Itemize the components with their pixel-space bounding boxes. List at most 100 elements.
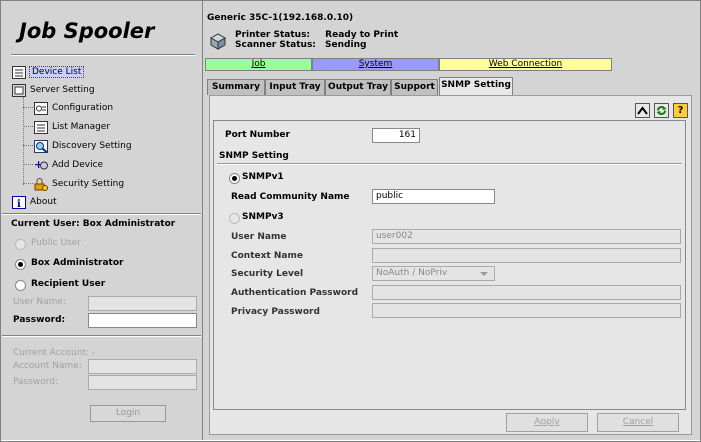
account-name-label: Account Name: [13, 361, 82, 371]
tree-item-security-setting[interactable]: Security Setting [34, 176, 124, 192]
chevron-down-icon [480, 272, 488, 276]
current-account-label: Current Account: - [13, 348, 96, 358]
tree-branch [23, 145, 33, 146]
printer-status-label: Printer Status: [235, 30, 311, 40]
context-name-input[interactable] [372, 248, 681, 263]
subtab-output-tray[interactable]: Output Tray [325, 79, 391, 95]
account-password-label: Password: [13, 377, 59, 387]
password-input[interactable] [88, 313, 197, 328]
snmpv1-label: SNMPv1 [242, 172, 284, 182]
tree-connector [23, 97, 24, 185]
tree-item-server-setting[interactable]: Server Setting [12, 82, 95, 98]
security-level-select[interactable]: NoAuth / NoPriv [372, 266, 495, 281]
snmpv3-label: SNMPv3 [242, 212, 284, 222]
user-name-input[interactable]: user002 [372, 229, 681, 244]
app-title: Job Spooler [19, 19, 155, 43]
port-number-input[interactable]: 161 [372, 128, 420, 143]
tab-job[interactable]: Job [205, 58, 312, 71]
tab-web-connection[interactable]: Web Connection [439, 58, 612, 71]
discovery-icon [34, 139, 48, 153]
tab-system-label: System [358, 59, 393, 69]
authentication-password-input[interactable] [372, 285, 681, 300]
privacy-password-label: Privacy Password [231, 307, 320, 317]
tree-item-configuration[interactable]: Configuration [34, 100, 113, 116]
printer-status-value: Ready to Print [325, 30, 399, 40]
tree-item-label: Server Setting [30, 85, 95, 95]
printer-status: Printer Status: Ready to Print [235, 30, 398, 40]
context-name-label: Context Name [231, 251, 303, 261]
divider [2, 335, 201, 337]
printer-device-icon [209, 32, 227, 53]
subtab-input-tray[interactable]: Input Tray [265, 79, 325, 95]
tab-system[interactable]: System [312, 58, 439, 71]
subtab-snmp-setting[interactable]: SNMP Setting [439, 77, 513, 96]
tree-item-add-device[interactable]: + Add Device [34, 157, 103, 173]
tree-item-label: Security Setting [52, 179, 125, 189]
left-panel: Job Spooler Device List Server Setting C… [1, 1, 203, 440]
box-administrator-label: Box Administrator [31, 258, 124, 268]
configuration-icon [34, 101, 48, 115]
tree-item-label: Discovery Setting [52, 141, 132, 151]
current-user-label: Current User: Box Administrator [11, 219, 176, 229]
box-administrator-radio[interactable] [15, 259, 26, 270]
recipient-user-label: Recipient User [31, 279, 106, 289]
user-name-label: User Name [231, 232, 287, 242]
authentication-password-label: Authentication Password [231, 288, 359, 298]
tree-item-label: About [30, 197, 57, 207]
security-icon [34, 177, 48, 191]
snmpv1-radio[interactable] [229, 173, 240, 184]
snmp-setting-section-label: SNMP Setting [219, 151, 289, 161]
subtab-support[interactable]: Support [391, 79, 438, 95]
list-manager-icon [34, 120, 48, 134]
tree-item-label: Configuration [52, 103, 114, 113]
read-community-name-label: Read Community Name [231, 192, 350, 202]
divider [2, 213, 201, 215]
device-title: Generic 35C-1(192.168.0.10) [207, 13, 354, 23]
tree-branch [23, 107, 33, 108]
tree-item-discovery-setting[interactable]: Discovery Setting [34, 138, 132, 154]
login-button[interactable]: Login [90, 405, 166, 422]
tree-item-about[interactable]: i About [12, 194, 57, 210]
account-password-input[interactable] [88, 375, 197, 390]
cancel-label: Cancel [622, 417, 654, 427]
device-status: Printer Status: Ready to Print Scanner S… [205, 26, 696, 56]
security-level-label: Security Level [231, 269, 304, 279]
refresh-icon[interactable] [654, 103, 669, 118]
public-user-label: Public User [31, 238, 82, 248]
scanner-status: Scanner Status: Sending [235, 40, 366, 50]
tree-item-list-manager[interactable]: List Manager [34, 119, 110, 135]
user-name-input[interactable] [88, 296, 197, 311]
tree-item-label: Device List [28, 66, 85, 78]
help-icon[interactable]: ? [673, 103, 688, 118]
tree-branch [23, 183, 33, 184]
privacy-password-input[interactable] [372, 303, 681, 318]
security-level-value: NoAuth / NoPriv [376, 268, 448, 278]
cancel-button[interactable]: Cancel [597, 413, 679, 432]
port-number-label: Port Number [225, 130, 290, 140]
svg-text:i: i [17, 199, 21, 209]
tab-web-connection-label: Web Connection [488, 59, 563, 69]
tree-branch [23, 164, 33, 165]
subtab-summary[interactable]: Summary [207, 79, 265, 95]
scanner-status-label: Scanner Status: [235, 40, 316, 50]
tree-item-device-list[interactable]: Device List [12, 64, 85, 80]
title-divider [11, 54, 195, 56]
recipient-user-radio[interactable] [15, 280, 26, 291]
server-icon [12, 83, 26, 97]
section-divider [217, 163, 682, 165]
collapse-up-icon[interactable] [635, 103, 650, 118]
read-community-name-input[interactable]: public [372, 189, 495, 204]
scanner-status-value: Sending [325, 40, 367, 50]
account-name-input[interactable] [88, 359, 197, 374]
tree-branch [23, 126, 33, 127]
right-panel: Generic 35C-1(192.168.0.10) Printer Stat… [203, 1, 700, 440]
apply-button[interactable]: Apply [506, 413, 588, 432]
tree-item-label: Add Device [52, 160, 104, 170]
user-name-label: User Name: [13, 297, 66, 307]
snmpv3-radio[interactable] [229, 213, 240, 224]
device-list-icon [12, 65, 26, 79]
tree-item-label: List Manager [52, 122, 111, 132]
password-label: Password: [13, 315, 66, 325]
info-icon: i [12, 195, 26, 210]
public-user-radio[interactable] [15, 239, 26, 250]
